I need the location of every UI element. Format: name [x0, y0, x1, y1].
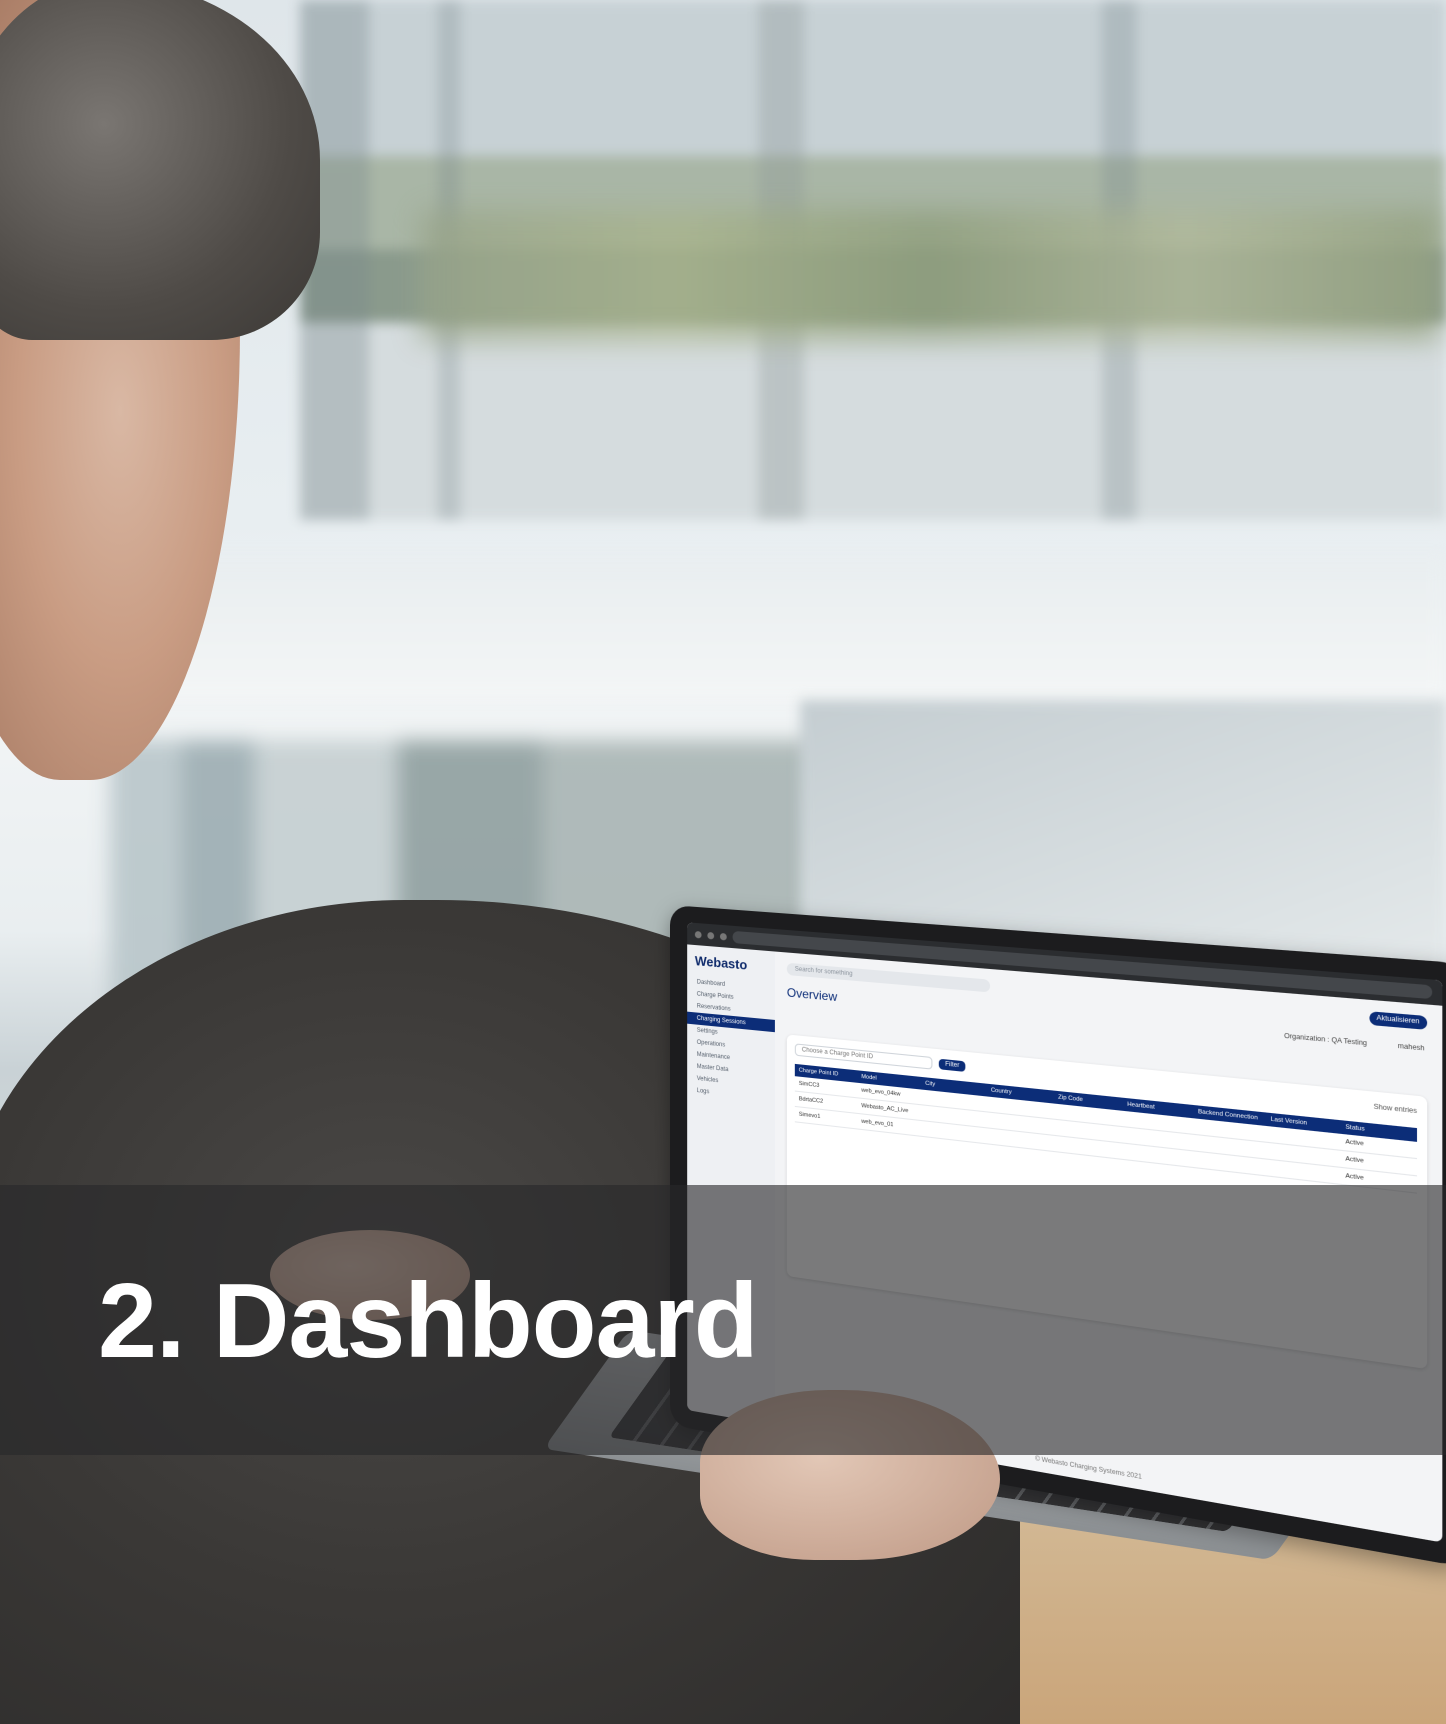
- man-hair: [0, 0, 320, 340]
- reload-icon: [719, 932, 727, 941]
- photo-scene: Webasto Dashboard Charge Points Reservat…: [0, 0, 1446, 1724]
- show-entries: Show entries: [1373, 1104, 1418, 1116]
- filter-button: Filter: [938, 1058, 966, 1072]
- balcony-floor: [100, 560, 1446, 700]
- back-icon: [694, 930, 702, 939]
- table-cell: Simevo1: [798, 1111, 821, 1121]
- forward-icon: [707, 931, 715, 940]
- trees-reflection: [420, 210, 1440, 340]
- table-cell: web_evo_04kw: [861, 1087, 901, 1098]
- table-cell: SimCC3: [798, 1080, 820, 1090]
- table-cell: Webasto_AC_Live: [861, 1102, 909, 1115]
- table-cell: BdrtaCC2: [798, 1096, 824, 1105]
- table-cell: web_evo_01: [861, 1118, 894, 1129]
- section-title: 2. Dashboard: [98, 1262, 759, 1380]
- refresh-button: Aktualisieren: [1369, 1011, 1428, 1030]
